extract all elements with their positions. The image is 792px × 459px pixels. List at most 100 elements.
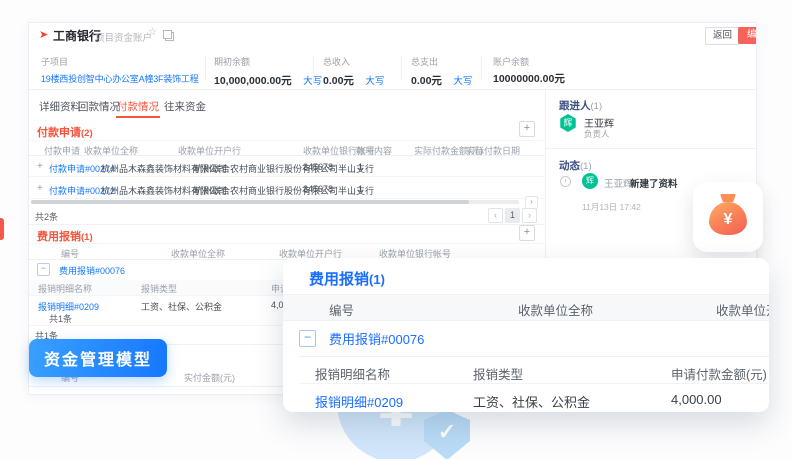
divider xyxy=(481,55,482,81)
field-account-balance: 账户余额 10000000.00元 xyxy=(493,55,565,86)
activity-action: 新建了资料 xyxy=(630,176,678,190)
field-value: 0.00元 xyxy=(323,75,354,87)
overlay-count: (1) xyxy=(369,272,385,287)
overlay-section-title: 费用报销(1) xyxy=(309,268,385,289)
bank-cell: 杭州联合农村商业银行股份有限公司半山支行 xyxy=(194,184,374,197)
table-row: + 付款申请#00272 杭州品木森鑫装饰材料有限公司 杭州联合农村商业银行股份… xyxy=(29,177,544,199)
shield-check-icon: ✓ xyxy=(424,410,470,459)
divider xyxy=(205,55,206,81)
account-cell: 345678 xyxy=(303,162,333,172)
column-header: 报销明细名称 xyxy=(315,364,390,383)
field-value: 10,000,000.00元 xyxy=(214,75,292,87)
field-subproject: 子项目 19楼西投创智中心办公室A幢3F装饰工程 xyxy=(41,55,199,85)
account-cell: 345678 xyxy=(303,184,333,194)
column-header: 报销明细名称 xyxy=(38,282,92,295)
moneybag-icon: ¥ xyxy=(709,202,747,235)
field-opening-balance: 期初余额 10,000,000.00元 大写 xyxy=(214,55,322,89)
content-cell: 1 xyxy=(358,184,363,194)
activity-title-text: 动态 xyxy=(559,160,580,172)
divider xyxy=(29,243,544,244)
field-total-expense: 总支出 0.00元 大写 xyxy=(411,55,472,89)
field-label: 总支出 xyxy=(411,55,472,68)
section-count: (1) xyxy=(81,232,93,243)
back-button[interactable]: 返回 xyxy=(705,27,740,45)
star-icon[interactable]: ☆ xyxy=(148,27,157,38)
table-row: + 付款申请#00274 杭州品木森鑫装饰材料有限公司 杭州联合农村商业银行股份… xyxy=(29,155,544,177)
field-label: 期初余额 xyxy=(214,55,322,68)
divider xyxy=(29,198,544,199)
add-expense-claim-button[interactable]: + xyxy=(519,225,535,241)
followers-count: (1) xyxy=(591,101,603,112)
subproject-link[interactable]: 19楼西投创智中心办公室A幢3F装饰工程 xyxy=(41,72,199,85)
expense-detail-link[interactable]: 报销明细#0209 xyxy=(315,392,403,411)
daxie-link[interactable]: 大写 xyxy=(453,76,472,87)
expense-claims-zoom-card: 费用报销(1) 编号 收款单位全称 收款单位开户行 − 费用报销#00076 报… xyxy=(283,258,769,412)
activity-title: 动态(1) xyxy=(559,158,592,173)
column-header: 实付金额(元) xyxy=(184,371,235,384)
row-count-label: 共2条 xyxy=(35,210,58,223)
divider xyxy=(313,55,314,81)
column-header: 申请付款金额(元) xyxy=(671,364,767,383)
row-count-label: 共1条 xyxy=(49,312,72,325)
overlay-title-text: 费用报销 xyxy=(309,271,369,288)
clock-icon xyxy=(560,176,571,187)
activity-count: (1) xyxy=(580,161,592,172)
bank-cell: 杭州联合农村商业银行股份有限公司半山支行 xyxy=(194,162,374,175)
divider xyxy=(401,55,402,81)
divider xyxy=(29,140,544,141)
section-count: (2) xyxy=(81,128,93,139)
activity-avatar[interactable]: 辉 xyxy=(582,173,598,189)
field-label: 账户余额 xyxy=(493,55,565,68)
page-title: 工商银行 xyxy=(53,27,101,44)
field-value: 10000000.00元 xyxy=(493,71,565,86)
field-total-income: 总收入 0.00元 大写 xyxy=(323,55,384,89)
expense-amount-cell: 4,000.00 xyxy=(671,392,722,407)
page-number[interactable]: 1 xyxy=(505,208,520,223)
activity-actor[interactable]: 王亚辉 xyxy=(604,176,633,190)
horizontal-scrollbar-track[interactable] xyxy=(31,200,519,204)
page: ➤ 工商银行 项目资金账户 ☆ 返回 编辑 子项目 19楼西投创智中心办公室A幢… xyxy=(0,0,792,459)
module-badge: 资金管理模型 xyxy=(29,339,167,377)
edit-button[interactable]: 编辑 xyxy=(738,27,757,44)
column-header: 收款单位开户行 xyxy=(716,300,769,319)
column-header: 收款单位全称 xyxy=(518,300,593,319)
field-label: 子项目 xyxy=(41,55,199,68)
add-payment-request-button[interactable]: + xyxy=(519,121,535,137)
field-label: 总收入 xyxy=(323,55,384,68)
divider xyxy=(29,224,544,225)
app-logo-icon: ➤ xyxy=(39,28,48,41)
followers-title: 跟进人(1) xyxy=(559,98,602,113)
divider xyxy=(546,148,757,149)
expense-claim-link[interactable]: 费用报销#00076 xyxy=(59,264,125,277)
content-cell: 1 xyxy=(358,162,363,172)
horizontal-scrollbar-thumb[interactable] xyxy=(31,200,469,204)
expense-claim-link[interactable]: 费用报销#00076 xyxy=(329,329,424,348)
divider xyxy=(299,356,769,357)
section-title-expense-claims: 费用报销(1) xyxy=(37,228,93,244)
expand-icon[interactable] xyxy=(165,32,174,41)
expand-row-icon[interactable]: + xyxy=(37,161,43,172)
divider xyxy=(299,383,769,384)
daxie-link[interactable]: 大写 xyxy=(365,76,384,87)
field-value: 0.00元 xyxy=(411,75,442,87)
decor-red-sliver xyxy=(0,218,4,240)
column-header: 报销类型 xyxy=(473,364,523,383)
followers-title-text: 跟进人 xyxy=(559,100,591,112)
section-title-text: 付款申请 xyxy=(37,127,81,139)
section-title-payment-requests: 付款申请(2) xyxy=(37,124,93,140)
activity-time: 11月13日 17:42 xyxy=(582,201,641,213)
page-prev-button[interactable]: ‹ xyxy=(488,208,503,223)
moneybag-card: ¥ xyxy=(693,182,763,252)
moneybag-knot xyxy=(720,194,736,202)
section-title-text: 费用报销 xyxy=(37,231,81,243)
column-header: 报销类型 xyxy=(141,282,177,295)
collapse-row-icon[interactable]: − xyxy=(37,263,50,276)
collapse-row-icon[interactable]: − xyxy=(299,330,316,347)
follower-avatar[interactable]: 辉 xyxy=(559,114,577,132)
column-header: 编号 xyxy=(329,300,354,319)
expense-type-cell: 工资、社保、公积金 xyxy=(141,300,222,313)
expand-row-icon[interactable]: + xyxy=(37,183,43,194)
follower-role: 负责人 xyxy=(584,128,610,140)
record-type-tag: 项目资金账户 xyxy=(95,30,152,44)
page-next-button[interactable]: › xyxy=(522,208,537,223)
